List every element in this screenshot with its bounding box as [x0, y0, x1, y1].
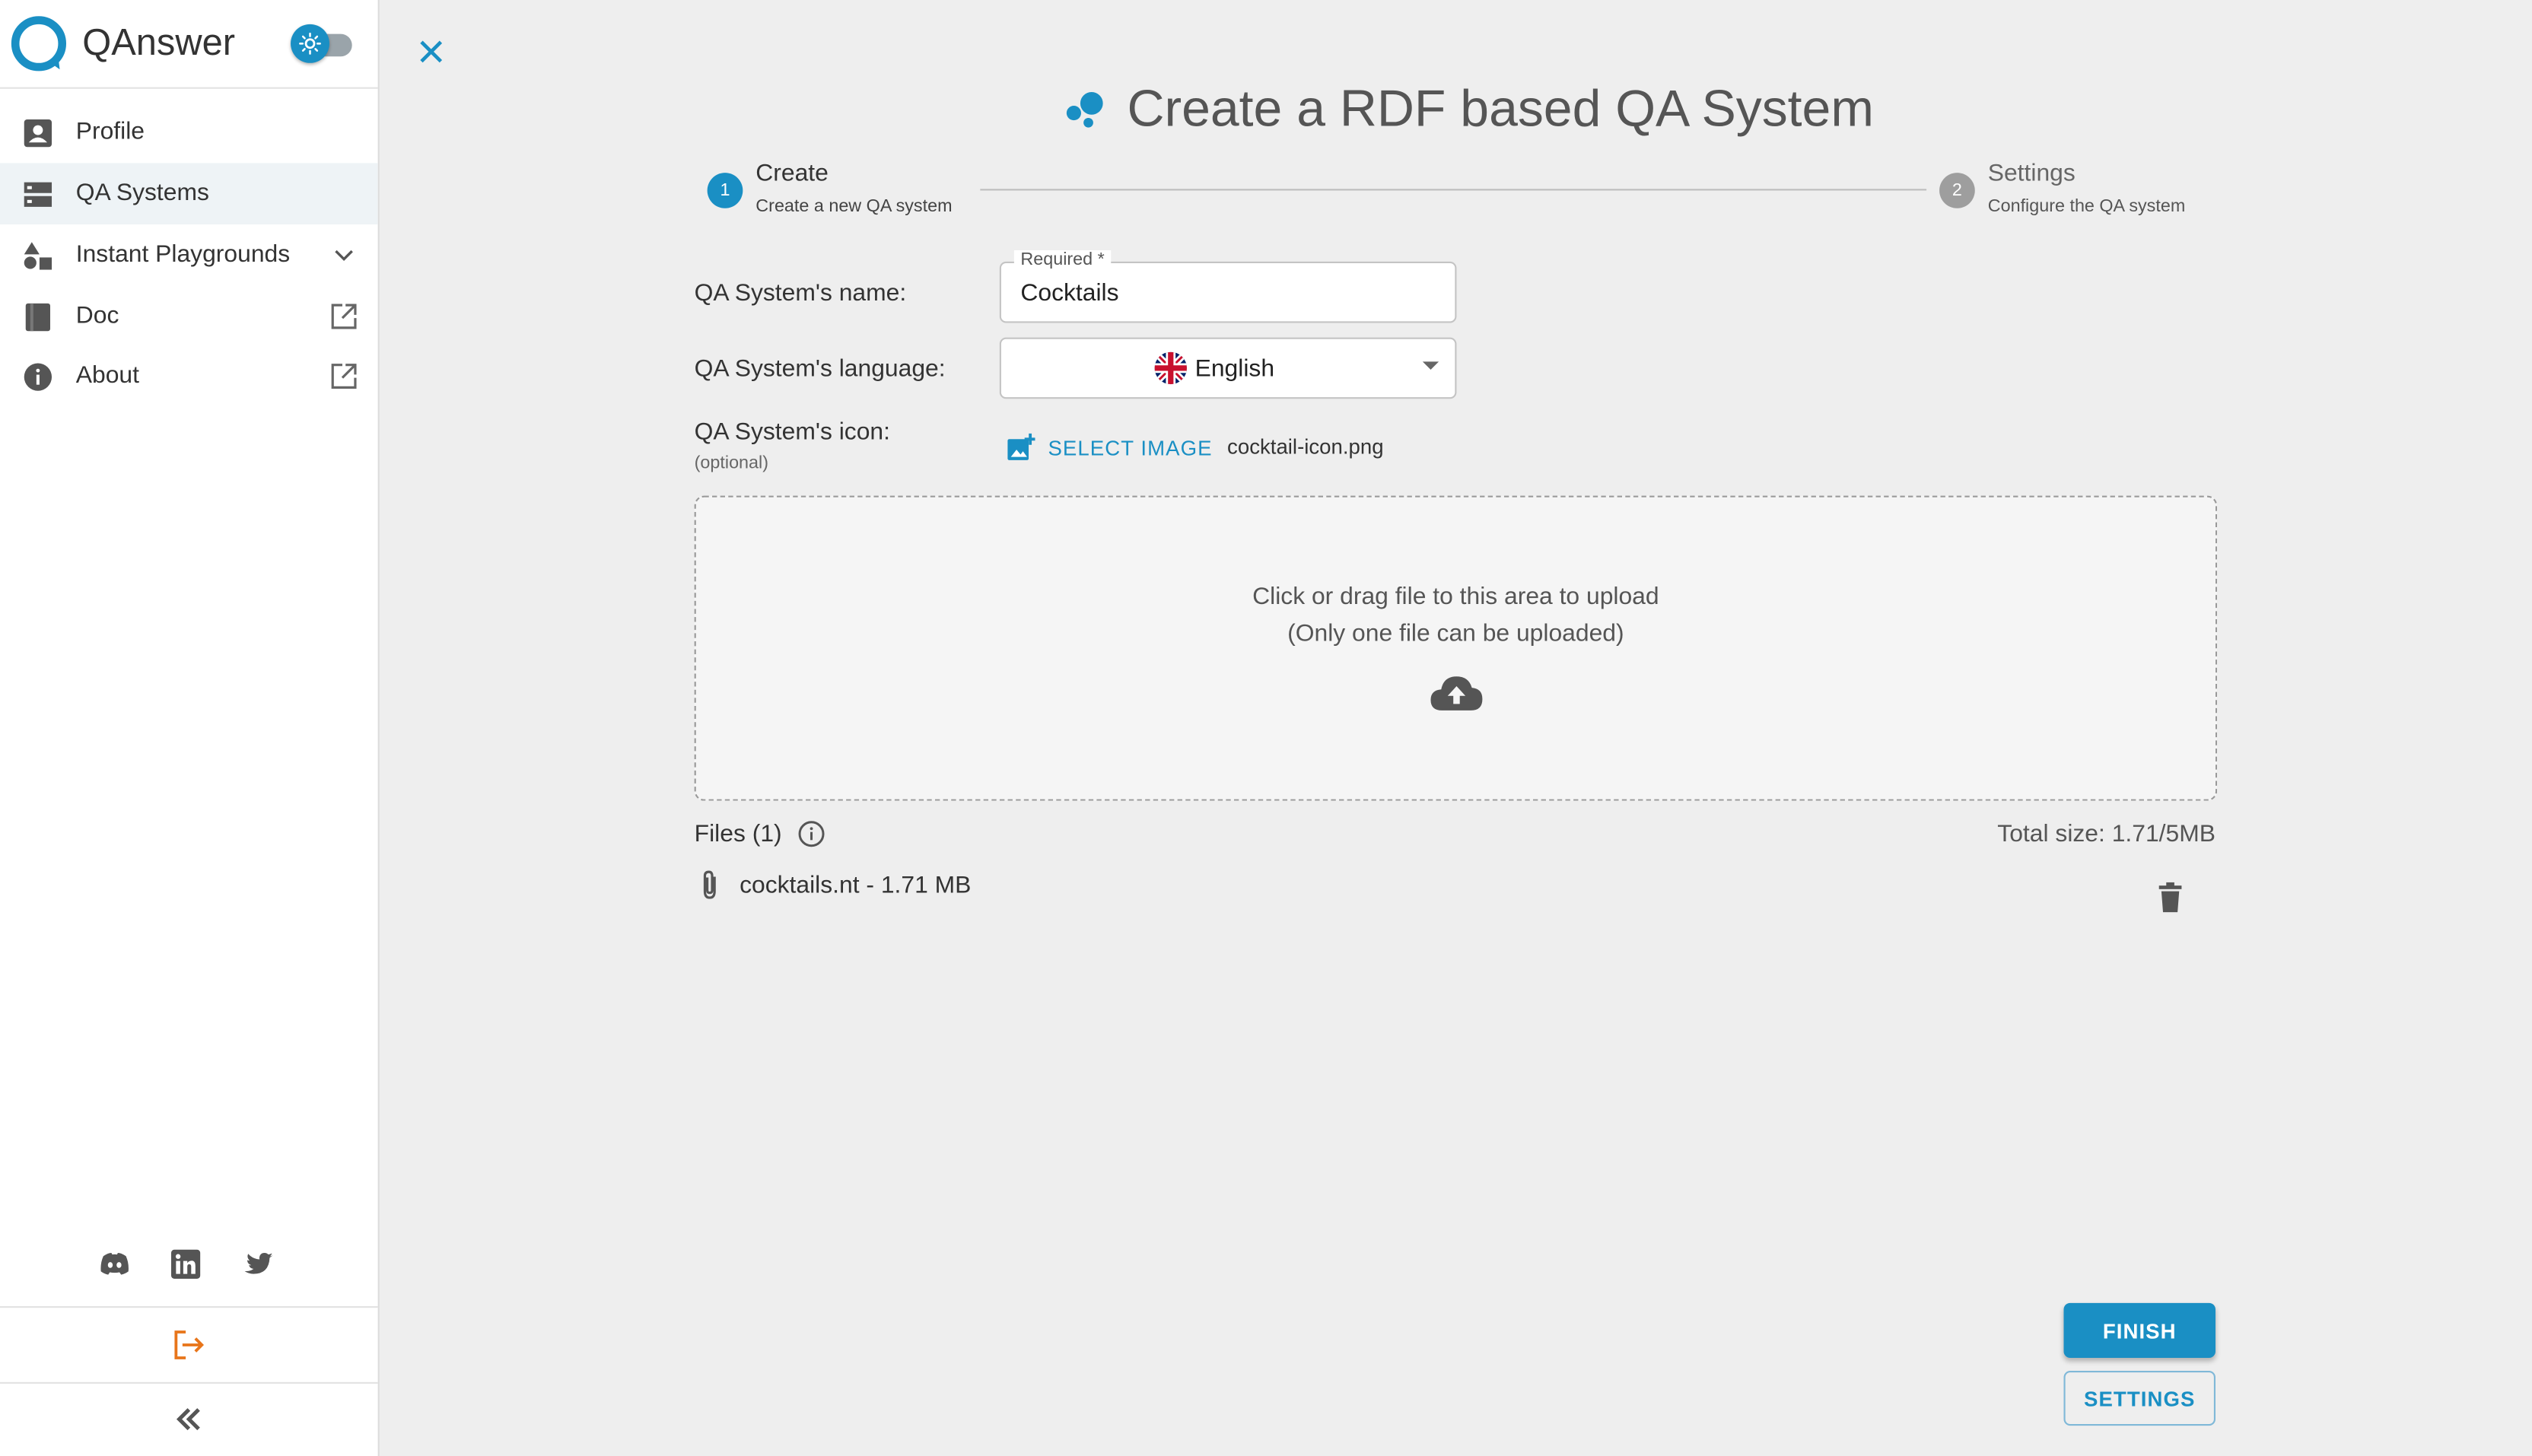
files-label: Files (1): [694, 820, 782, 848]
app-root: QAnswer Profile QA Systems Instant Playg…: [0, 0, 2532, 1456]
uk-flag-icon: [1154, 351, 1188, 385]
logout-icon[interactable]: [171, 1329, 207, 1361]
dropzone-text: Click or drag file to this area to uploa…: [1252, 583, 1659, 611]
sidebar-item-about[interactable]: About: [0, 345, 378, 407]
sidebar-item-label: Profile: [75, 117, 145, 146]
sidebar-item-doc[interactable]: Doc: [0, 286, 378, 348]
step-2-title: Settings: [1987, 160, 2076, 188]
linkedin-icon[interactable]: [170, 1248, 202, 1280]
discord-icon[interactable]: [98, 1248, 130, 1280]
name-field[interactable]: Required * Cocktails: [999, 250, 1457, 323]
app-name: QAnswer: [82, 21, 236, 63]
select-image-label: SELECT IMAGE: [1048, 435, 1213, 459]
cloud-upload-icon: [1430, 676, 1483, 711]
step-1-title: Create: [755, 160, 829, 188]
sidebar-item-qa-systems[interactable]: QA Systems: [0, 163, 378, 225]
qanswer-logo-icon: [11, 16, 67, 72]
upload-dropzone[interactable]: Click or drag file to this area to uploa…: [694, 495, 2218, 801]
icon-label: QA System's icon:: [694, 418, 891, 446]
language-value: English: [1194, 354, 1275, 383]
step-1-number: 1: [707, 173, 743, 208]
book-icon: [25, 303, 51, 332]
divider: [0, 1381, 378, 1384]
settings-button[interactable]: SETTINGS: [2063, 1370, 2216, 1426]
dropdown-caret-icon: [1422, 361, 1439, 370]
sun-icon: [291, 24, 329, 63]
sidebar-item-label: About: [75, 361, 139, 389]
close-icon[interactable]: [413, 34, 449, 70]
sidebar-item-label: Instant Playgrounds: [75, 240, 291, 269]
sidebar-item-label: QA Systems: [75, 179, 209, 207]
chevron-down-icon: [335, 250, 353, 262]
page-header: Create a RDF based QA System: [1063, 73, 1874, 144]
dropzone-subtext: (Only one file can be uploaded): [1287, 620, 1624, 648]
total-size: Total size: 1.71/5MB: [1997, 820, 2216, 848]
shapes-icon: [24, 242, 52, 270]
step-2-number: 2: [1939, 173, 1975, 208]
language-label: QA System's language:: [694, 354, 946, 383]
divider: [0, 1306, 378, 1308]
trash-icon[interactable]: [2155, 882, 2184, 914]
external-link-icon: [331, 364, 357, 389]
theme-toggle[interactable]: [291, 23, 355, 65]
file-entry-text: cocktails.nt - 1.71 MB: [740, 872, 972, 900]
icon-sublabel: (optional): [694, 453, 768, 473]
sidebar-item-label: Doc: [75, 301, 119, 329]
info-icon: [24, 363, 52, 391]
name-field-value: Cocktails: [1020, 279, 1119, 307]
external-link-icon: [331, 304, 357, 329]
step-2-subtitle: Configure the QA system: [1987, 196, 2186, 217]
name-field-label: Required *: [1013, 250, 1112, 270]
twitter-icon[interactable]: [242, 1248, 274, 1280]
page-title: Create a RDF based QA System: [1127, 78, 1874, 137]
step-connector: [980, 189, 1927, 191]
profile-icon: [24, 119, 52, 148]
brand-header: QAnswer: [0, 0, 378, 89]
finish-button[interactable]: FINISH: [2063, 1302, 2216, 1358]
add-photo-icon: [1007, 433, 1035, 460]
sidebar-item-profile[interactable]: Profile: [0, 102, 378, 164]
icon-file-name: cocktail-icon.png: [1227, 434, 1384, 459]
language-select[interactable]: English: [999, 337, 1457, 399]
qa-systems-icon: [24, 182, 52, 207]
name-label: QA System's name:: [694, 279, 907, 307]
step-1-subtitle: Create a new QA system: [755, 196, 953, 217]
attachment-icon: [703, 870, 716, 899]
info-outline-icon[interactable]: [797, 820, 825, 847]
sidebar-item-instant-playgrounds[interactable]: Instant Playgrounds: [0, 224, 378, 286]
collapse-sidebar-icon[interactable]: [171, 1403, 207, 1435]
select-image-button[interactable]: SELECT IMAGE: [1006, 430, 1212, 466]
sidebar: QAnswer Profile QA Systems Instant Playg…: [0, 0, 380, 1456]
bubbles-logo-icon: [1066, 91, 1103, 128]
